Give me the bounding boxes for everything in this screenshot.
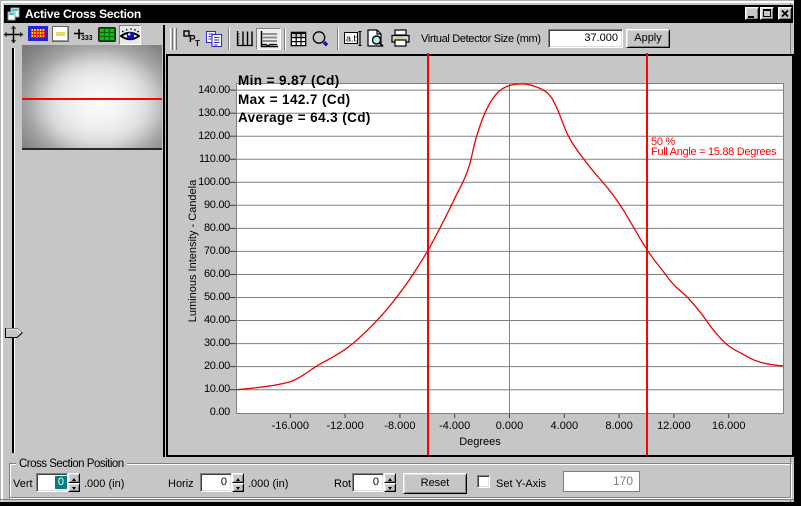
svg-text:a.b: a.b xyxy=(346,34,359,44)
svg-text:T: T xyxy=(195,39,200,48)
svg-text:333: 333 xyxy=(81,35,92,41)
